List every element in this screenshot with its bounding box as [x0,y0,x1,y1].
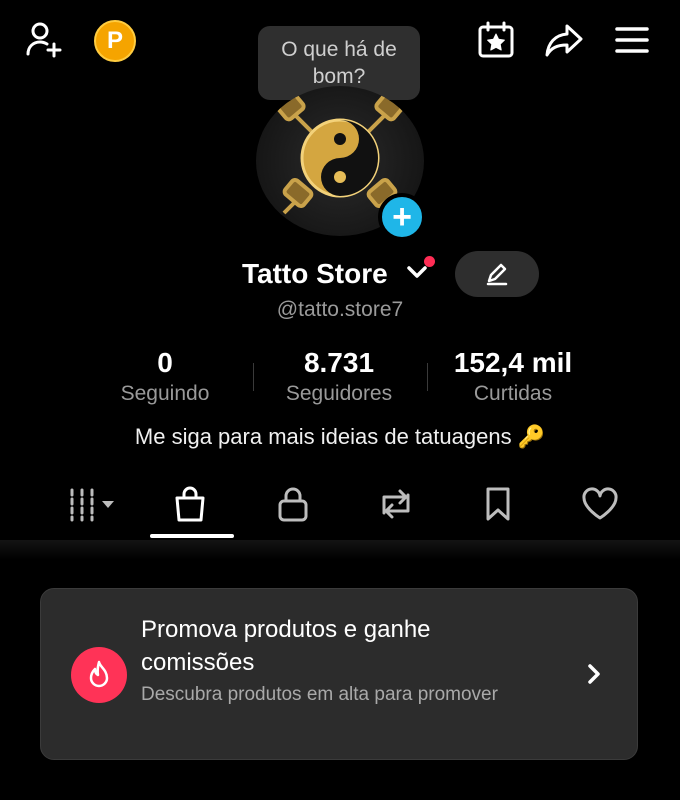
bookmark-icon [486,487,510,521]
profile-bio: Me siga para mais ideias de tatuagens 🔑 [134,424,546,449]
tab-saved[interactable] [458,480,538,528]
tab-reposts[interactable] [356,480,436,528]
pencil-icon [486,263,508,286]
tab-private[interactable] [253,480,333,528]
menu-icon[interactable] [608,16,656,64]
share-icon[interactable] [540,16,588,64]
tabs-divider [0,540,680,560]
stat-likes[interactable]: 152,4 mil Curtidas [428,346,598,408]
chevron-down-icon[interactable] [406,264,428,280]
add-user-icon[interactable] [20,16,68,64]
coin-label: P [106,27,123,54]
notification-dot [424,256,435,267]
promote-products-card[interactable]: Promova produtos e ganhe comissões Descu… [40,588,638,760]
stat-value: 8.731 [303,347,375,378]
tooltip-text: O que há de bom? [281,38,397,88]
tab-shop[interactable] [150,480,230,528]
add-story-button[interactable]: + [378,193,426,241]
promo-title: Promova produtos e ganhe comissões [141,616,431,676]
stat-label: Seguidores [285,382,393,405]
coin-icon[interactable]: P [94,20,136,62]
flame-icon [71,647,127,703]
stat-value: 0 [157,347,173,378]
plus-icon: + [392,197,412,236]
name-row: Tatto Store [0,254,680,298]
stat-value: 152,4 mil [453,347,573,378]
stat-following[interactable]: 0 Seguindo [80,346,250,408]
shopping-bag-icon [175,486,205,522]
promo-description: Descubra produtos em alta para promover [141,684,498,705]
stat-label: Seguindo [120,382,210,405]
grid-icon [70,488,114,522]
repost-icon [382,489,410,519]
stat-label: Curtidas [473,382,553,405]
heart-icon [582,487,618,520]
stat-followers[interactable]: 8.731 Seguidores [254,346,424,408]
calendar-star-icon[interactable] [472,16,520,64]
lock-icon [278,487,308,522]
profile-handle: @tatto.store7 [276,298,404,321]
tab-videos[interactable] [50,480,130,528]
chevron-right-icon[interactable] [585,661,603,687]
tab-liked[interactable] [560,480,640,528]
edit-profile-button[interactable] [455,251,539,297]
username[interactable]: Tatto Store [242,258,388,290]
active-tab-indicator [150,534,234,538]
